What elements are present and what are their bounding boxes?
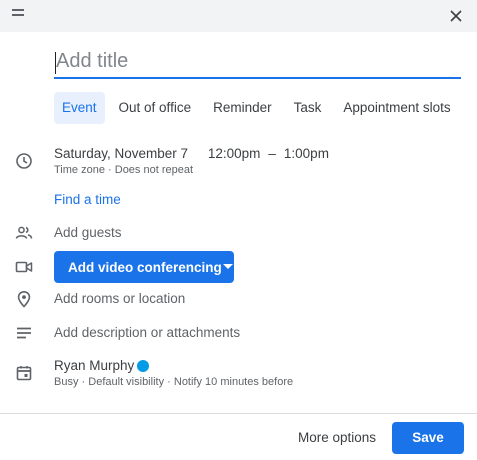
calendar-icon (15, 364, 33, 382)
repeat-link[interactable]: Does not repeat (115, 164, 193, 176)
dropdown-arrow-icon[interactable] (222, 251, 234, 283)
title-input[interactable] (54, 47, 461, 79)
location-pin-icon (15, 290, 33, 308)
more-options-button[interactable]: More options (290, 422, 384, 454)
tab-out-of-office[interactable]: Out of office (111, 92, 200, 124)
visibility-setting[interactable]: Default visibility (88, 376, 164, 388)
close-icon[interactable] (444, 4, 468, 28)
timezone-link[interactable]: Time zone (54, 164, 105, 176)
video-button-label: Add video conferencing (68, 259, 222, 275)
busy-status[interactable]: Busy (54, 376, 78, 388)
notification-setting[interactable]: Notify 10 minutes before (174, 376, 293, 388)
add-video-conferencing-button[interactable]: Add video conferencing (54, 251, 234, 283)
tab-reminder[interactable]: Reminder (205, 92, 280, 124)
availability-subline: Busy · Default visibility · Notify 10 mi… (54, 376, 293, 388)
event-end-time[interactable]: 1:00pm (284, 146, 329, 161)
event-date[interactable]: Saturday, November 7 (54, 146, 188, 161)
notes-icon (15, 324, 33, 342)
subline-dot: · (81, 376, 86, 388)
text-caret (55, 52, 56, 74)
calendar-owner-name: Ryan Murphy (54, 358, 135, 373)
datetime-subline: Time zone · Does not repeat (54, 164, 193, 176)
people-icon (15, 224, 33, 242)
event-datetime: Saturday, November 7 12:00pm –1:00pm (54, 146, 329, 161)
dialog-top-bar (0, 0, 477, 32)
event-dialog: Event Out of office Reminder Task Appoin… (0, 0, 477, 460)
tab-event[interactable]: Event (54, 92, 105, 124)
subline-dot: · (167, 376, 171, 388)
tab-appointment-slots[interactable]: Appointment slots (335, 92, 458, 124)
time-separator: – (268, 146, 276, 161)
tab-task[interactable]: Task (286, 92, 330, 124)
add-location-field[interactable]: Add rooms or location (54, 291, 185, 306)
add-description-field[interactable]: Add description or attachments (54, 325, 240, 340)
subline-dot: · (108, 164, 112, 176)
add-guests-field[interactable]: Add guests (54, 225, 122, 240)
footer-divider (0, 413, 477, 414)
event-type-tabs: Event Out of office Reminder Task Appoin… (54, 92, 465, 124)
event-start-time[interactable]: 12:00pm (208, 146, 261, 161)
save-button[interactable]: Save (392, 422, 464, 454)
find-a-time-link[interactable]: Find a time (54, 192, 121, 207)
drag-handle-icon[interactable] (12, 9, 26, 19)
clock-icon (15, 152, 33, 170)
videocam-icon (15, 258, 33, 276)
calendar-color-dot[interactable] (137, 360, 149, 372)
